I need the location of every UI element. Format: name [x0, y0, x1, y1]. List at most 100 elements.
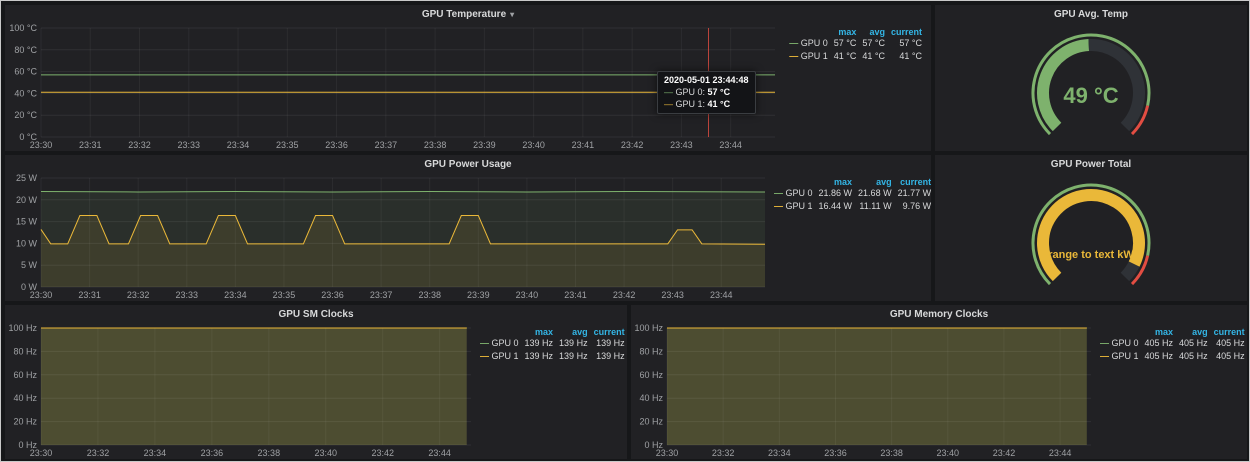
svg-text:20 W: 20 W — [16, 195, 38, 205]
legend-value: 405 Hz — [1142, 337, 1177, 350]
svg-text:23:38: 23:38 — [424, 140, 447, 150]
grafana-dashboard: GPU Temperature ▾ 2020-05-01 23:44:48 — … — [0, 0, 1250, 462]
legend-row: — GPU 057 °C57 °C57 °C — [786, 37, 925, 50]
svg-text:23:44: 23:44 — [1049, 448, 1072, 458]
panel-title-text: GPU Avg. Temp — [1054, 9, 1128, 20]
legend-row: — GPU 0405 Hz405 Hz405 Hz — [1097, 337, 1248, 350]
legend-value: 9.76 W — [895, 200, 935, 213]
legend-value: 405 Hz — [1142, 350, 1177, 363]
tooltip-series-value: 57 °C — [708, 87, 731, 97]
series-dash-icon: — — [789, 51, 798, 61]
series-dash-icon: — — [480, 338, 489, 348]
legend-header: avg — [556, 327, 591, 337]
svg-text:23:37: 23:37 — [375, 140, 398, 150]
panel-gpu-avg-temp: GPU Avg. Temp 49 °C — [935, 5, 1247, 151]
svg-text:40 Hz: 40 Hz — [639, 393, 663, 403]
legend-value: 41 °C — [888, 50, 925, 63]
legend-series-gpu-1[interactable]: — GPU 1 — [771, 200, 816, 213]
series-dash-icon: — — [774, 201, 783, 211]
legend-row: — GPU 116.44 W11.11 W9.76 W — [771, 200, 934, 213]
panel-title-text: GPU SM Clocks — [278, 309, 353, 320]
power-legend: maxavgcurrent— GPU 021.86 W21.68 W21.77 … — [771, 173, 931, 301]
power-chart[interactable]: 25 W20 W15 W10 W5 W0 W23:3023:3123:3223:… — [5, 173, 771, 301]
svg-text:23:34: 23:34 — [144, 448, 167, 458]
legend-value: 139 Hz — [591, 350, 628, 363]
legend-row: — GPU 1405 Hz405 Hz405 Hz — [1097, 350, 1248, 363]
svg-text:20 Hz: 20 Hz — [639, 417, 663, 427]
power-plot: 25 W20 W15 W10 W5 W0 W23:3023:3123:3223:… — [5, 173, 771, 301]
svg-text:23:44: 23:44 — [710, 290, 733, 300]
svg-text:23:33: 23:33 — [176, 290, 199, 300]
panel-gpu-sm-clocks: GPU SM Clocks 100 Hz80 Hz60 Hz40 Hz20 Hz… — [5, 305, 627, 459]
chevron-down-icon[interactable]: ▾ — [510, 10, 514, 19]
legend-header: current — [591, 327, 628, 337]
legend-value: 41 °C — [859, 50, 888, 63]
legend-header: current — [1211, 327, 1248, 337]
legend-header: current — [888, 27, 925, 37]
panel-title-gpu-sm-clocks[interactable]: GPU SM Clocks — [5, 305, 627, 323]
legend-series-gpu-0[interactable]: — GPU 0 — [786, 37, 831, 50]
svg-text:23:32: 23:32 — [87, 448, 110, 458]
svg-text:23:42: 23:42 — [621, 140, 644, 150]
svg-text:23:38: 23:38 — [258, 448, 281, 458]
svg-text:60 Hz: 60 Hz — [639, 370, 663, 380]
svg-text:100 Hz: 100 Hz — [634, 323, 663, 333]
svg-text:100 °C: 100 °C — [9, 23, 37, 33]
svg-text:23:43: 23:43 — [661, 290, 684, 300]
svg-text:23:40: 23:40 — [516, 290, 539, 300]
svg-text:23:31: 23:31 — [79, 140, 102, 150]
legend-series-gpu-0[interactable]: — GPU 0 — [477, 337, 522, 350]
svg-text:23:40: 23:40 — [522, 140, 545, 150]
svg-text:23:40: 23:40 — [937, 448, 960, 458]
legend-series-gpu-0[interactable]: — GPU 0 — [771, 187, 816, 200]
series-dash-icon: — — [480, 351, 489, 361]
svg-text:60 °C: 60 °C — [14, 67, 37, 77]
sm_clocks-plot: 100 Hz80 Hz60 Hz40 Hz20 Hz0 Hz23:3023:32… — [5, 323, 477, 459]
legend-series-gpu-1[interactable]: — GPU 1 — [786, 50, 831, 63]
tooltip-time: 2020-05-01 23:44:48 — [664, 75, 749, 85]
svg-text:80 Hz: 80 Hz — [639, 346, 663, 356]
tooltip-series-value: 41 °C — [708, 99, 731, 109]
legend-value: 57 °C — [888, 37, 925, 50]
memory-clocks-chart[interactable]: 100 Hz80 Hz60 Hz40 Hz20 Hz0 Hz23:3023:32… — [631, 323, 1097, 459]
panel-title-gpu-power-usage[interactable]: GPU Power Usage — [5, 155, 931, 173]
avg-temp-value: 49 °C — [935, 83, 1247, 109]
legend-series-gpu-1[interactable]: — GPU 1 — [1097, 350, 1142, 363]
panel-title-gpu-memory-clocks[interactable]: GPU Memory Clocks — [631, 305, 1247, 323]
legend-row: — GPU 141 °C41 °C41 °C — [786, 50, 925, 63]
legend-value: 21.86 W — [816, 187, 856, 200]
svg-text:23:30: 23:30 — [30, 290, 53, 300]
svg-text:23:34: 23:34 — [224, 290, 247, 300]
panel-title-gpu-avg-temp[interactable]: GPU Avg. Temp — [935, 5, 1247, 23]
temperature-legend: maxavgcurrent— GPU 057 °C57 °C57 °C— GPU… — [781, 23, 931, 151]
legend-value: 405 Hz — [1211, 350, 1248, 363]
svg-text:23:36: 23:36 — [325, 140, 348, 150]
legend-series-gpu-0[interactable]: — GPU 0 — [1097, 337, 1142, 350]
legend-value: 139 Hz — [522, 350, 557, 363]
series-dash-icon: — — [664, 99, 673, 109]
panel-title-text: GPU Temperature — [422, 9, 506, 20]
temperature-chart[interactable]: 2020-05-01 23:44:48 — GPU 0: 57 °C — GPU… — [5, 23, 781, 151]
legend-series-gpu-1[interactable]: — GPU 1 — [477, 350, 522, 363]
panel-title-gpu-power-total[interactable]: GPU Power Total — [935, 155, 1247, 173]
svg-text:23:32: 23:32 — [127, 290, 150, 300]
svg-text:23:42: 23:42 — [993, 448, 1016, 458]
legend-row: — GPU 1139 Hz139 Hz139 Hz — [477, 350, 628, 363]
panel-title-gpu-temperature[interactable]: GPU Temperature ▾ — [5, 5, 931, 23]
svg-text:23:41: 23:41 — [572, 140, 595, 150]
svg-text:23:32: 23:32 — [712, 448, 735, 458]
series-dash-icon: — — [774, 188, 783, 198]
panel-gpu-memory-clocks: GPU Memory Clocks 100 Hz 80 Hz 60 Hz 40 Hz 2… — [631, 305, 1247, 459]
legend-header: avg — [855, 177, 895, 187]
legend-value: 16.44 W — [816, 200, 856, 213]
svg-text:80 Hz: 80 Hz — [13, 346, 37, 356]
legend-value: 139 Hz — [591, 337, 628, 350]
memory-clocks-legend: maxavgcurrent— GPU 0405 Hz405 Hz405 Hz— … — [1097, 323, 1247, 459]
legend-value: 405 Hz — [1211, 337, 1248, 350]
sm-clocks-chart[interactable]: 100 Hz80 Hz60 Hz40 Hz20 Hz0 Hz23:3023:32… — [5, 323, 477, 459]
svg-text:23:36: 23:36 — [201, 448, 224, 458]
legend-row: — GPU 021.86 W21.68 W21.77 W — [771, 187, 934, 200]
svg-text:23:40: 23:40 — [315, 448, 338, 458]
panel-gpu-power-usage: GPU Power Usage 25 W20 W15 W10 W5 W0 W23… — [5, 155, 931, 301]
legend-value: 57 °C — [831, 37, 860, 50]
